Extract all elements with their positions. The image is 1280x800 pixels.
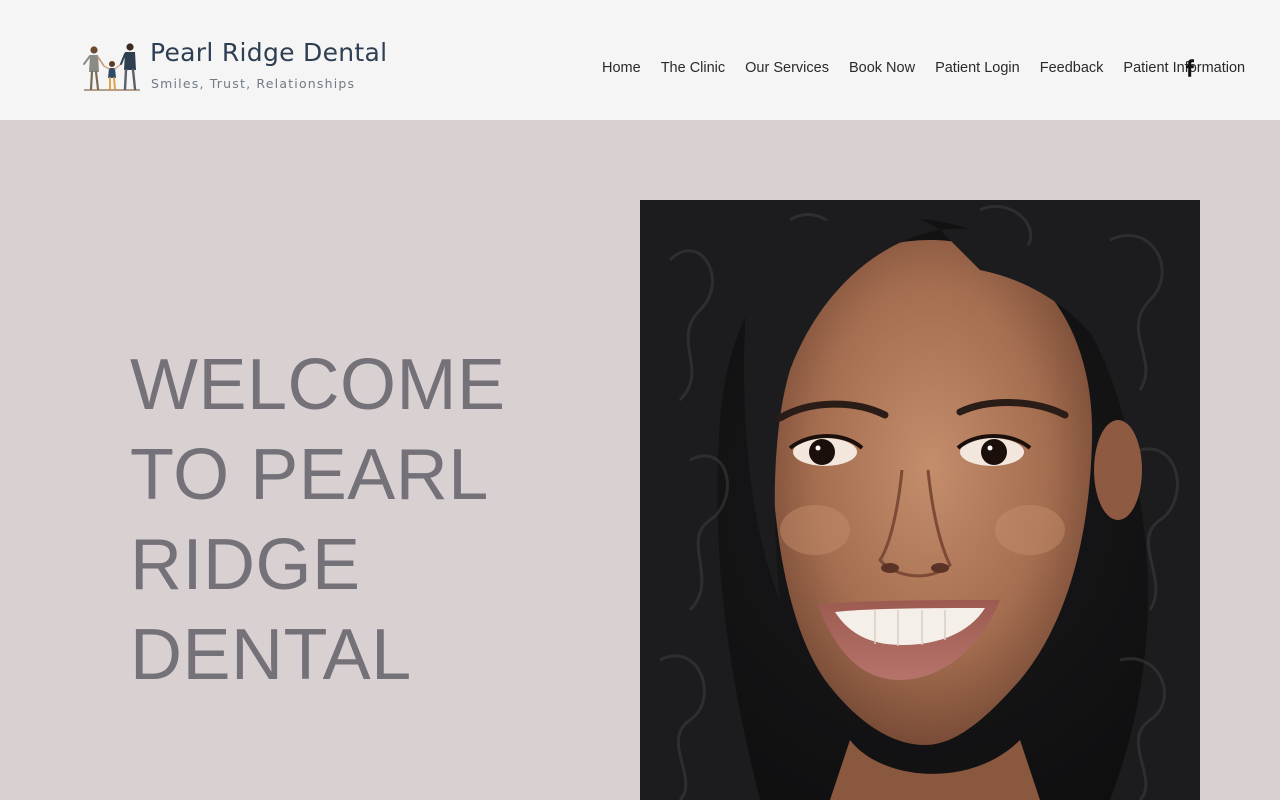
hero-title: WELCOME TO PEARL RIDGE DENTAL bbox=[130, 345, 506, 695]
facebook-icon bbox=[1186, 59, 1194, 77]
nav-our-services[interactable]: Our Services bbox=[735, 58, 839, 78]
main-nav: Home The Clinic Our Services Book Now Pa… bbox=[592, 58, 1255, 78]
family-walking-icon bbox=[83, 43, 140, 91]
facebook-link[interactable] bbox=[1184, 59, 1196, 77]
hero-portrait-image bbox=[640, 200, 1200, 800]
nav-patient-login[interactable]: Patient Login bbox=[925, 58, 1030, 78]
brand-tagline: Smiles, Trust, Relationships bbox=[151, 76, 356, 91]
nav-the-clinic[interactable]: The Clinic bbox=[651, 58, 735, 78]
site-header: Pearl Ridge Dental Smiles, Trust, Relati… bbox=[0, 0, 1280, 120]
nav-home[interactable]: Home bbox=[592, 58, 651, 78]
nav-book-now[interactable]: Book Now bbox=[839, 58, 925, 78]
nav-feedback[interactable]: Feedback bbox=[1030, 58, 1114, 78]
brand-name: Pearl Ridge Dental bbox=[150, 38, 388, 67]
logo-home-link[interactable]: Pearl Ridge Dental Smiles, Trust, Relati… bbox=[80, 38, 400, 94]
